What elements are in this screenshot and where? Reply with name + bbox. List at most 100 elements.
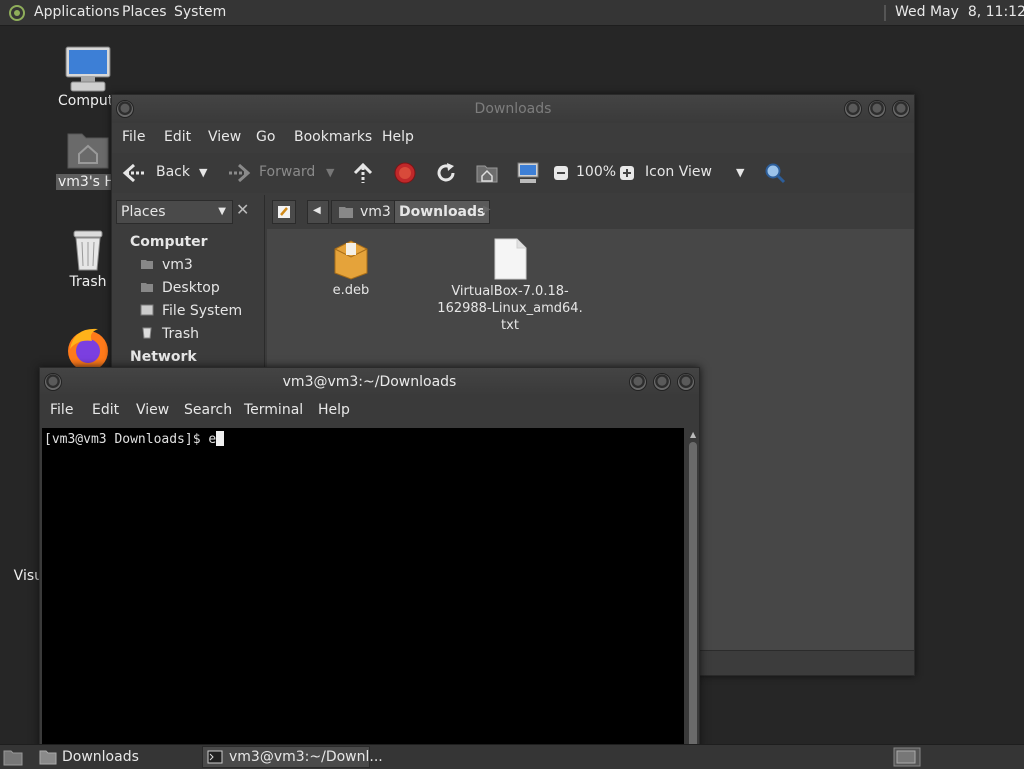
forward-history-dropdown-icon[interactable]: ▼ [326, 166, 334, 179]
maximize-button[interactable] [653, 373, 671, 391]
edit-location-button[interactable] [272, 200, 296, 224]
sidebar-item-file-system[interactable]: File System [140, 303, 242, 319]
menu-go[interactable]: Go [256, 129, 275, 145]
up-arrow-icon[interactable] [353, 162, 373, 184]
minimize-button[interactable] [844, 100, 862, 118]
desktop-folder-icon [141, 283, 153, 292]
menu-help[interactable]: Help [382, 129, 414, 145]
terminal-cursor [216, 431, 225, 446]
text-file-icon [494, 238, 527, 280]
terminal-prompt: [vm3@vm3 Downloads]$ [44, 432, 209, 447]
terminal-menubar: File Edit View Search Terminal Help [40, 396, 699, 426]
minimize-button[interactable] [629, 373, 647, 391]
file-name: VirtualBox-7.0.18- 162988-Linux_amd64. t… [435, 283, 585, 334]
folder-icon [39, 750, 57, 765]
menu-edit[interactable]: Edit [92, 402, 119, 418]
computer-icon[interactable] [516, 161, 540, 185]
location-pathbar: ◀ vm3 Downloads ▶ [267, 195, 914, 229]
taskbar-item-terminal[interactable]: vm3@vm3:~/Downl... [202, 746, 383, 768]
menu-view[interactable]: View [136, 402, 169, 418]
search-icon[interactable] [764, 162, 786, 184]
terminal-scrollbar[interactable]: ▲ [687, 428, 699, 748]
sidebar-section-computer: Computer [130, 234, 208, 250]
path-button-vm3[interactable]: vm3 [331, 200, 398, 224]
sidebar-item-trash[interactable]: Trash [140, 326, 199, 342]
file-manager-menubar: File Edit View Go Bookmarks Help [112, 123, 914, 153]
menu-file[interactable]: File [50, 402, 73, 418]
back-arrow-icon[interactable] [122, 163, 146, 183]
sidebar-item-label: Trash [162, 326, 199, 342]
terminal-window: vm3@vm3:~/Downloads File Edit View Searc… [39, 367, 700, 749]
trash-icon [142, 327, 152, 339]
terminal-line: [vm3@vm3 Downloads]$ e [44, 431, 225, 447]
sidebar-item-vm3[interactable]: vm3 [140, 257, 193, 273]
view-mode-select[interactable]: Icon View [645, 164, 712, 180]
stop-icon[interactable] [394, 162, 416, 184]
sidebar-item-label: vm3 [162, 257, 193, 273]
home-icon [141, 260, 153, 269]
file-name: e.deb [332, 283, 370, 298]
close-button[interactable] [677, 373, 695, 391]
taskbar-item-downloads[interactable]: Downloads [36, 746, 222, 768]
sidebar-item-label: Desktop [162, 280, 220, 296]
sidebar-item-label: File System [162, 303, 243, 319]
firefox-icon [68, 328, 108, 367]
places-selector-label: Places [121, 204, 166, 220]
zoom-in-icon[interactable] [619, 165, 635, 181]
places-dropdown-icon: ▼ [218, 206, 226, 217]
close-sidebar-icon[interactable]: ✕ [236, 200, 249, 219]
sidebar-section-network: Network [130, 349, 197, 365]
menu-search[interactable]: Search [184, 402, 232, 418]
reload-icon[interactable] [435, 162, 457, 184]
close-button[interactable] [892, 100, 910, 118]
terminal-icon [207, 750, 223, 764]
system-menu[interactable]: System [174, 4, 226, 20]
drive-icon [140, 304, 154, 316]
path-scroll-left-button[interactable]: ◀ [307, 200, 329, 224]
terminal-titlebar[interactable]: vm3@vm3:~/Downloads [40, 368, 699, 396]
top-panel: Applications Places System Wed May 8, 11… [0, 0, 1024, 26]
path-button-downloads[interactable]: Downloads [394, 200, 491, 224]
file-item[interactable]: e.deb [307, 237, 395, 298]
forward-arrow-icon[interactable] [227, 163, 251, 183]
menu-help[interactable]: Help [318, 402, 350, 418]
applications-menu[interactable]: Applications [34, 4, 120, 20]
chevron-right-icon[interactable]: ▶ [483, 204, 491, 215]
home-folder-icon [67, 133, 109, 169]
file-item[interactable]: VirtualBox-7.0.18- 162988-Linux_amd64. t… [435, 237, 585, 334]
home-icon[interactable] [475, 162, 499, 184]
scroll-up-icon[interactable]: ▲ [690, 430, 696, 439]
back-history-dropdown-icon[interactable]: ▼ [199, 166, 207, 179]
zoom-out-icon[interactable] [553, 165, 569, 181]
menu-bookmarks[interactable]: Bookmarks [294, 129, 372, 145]
trash-icon [73, 230, 103, 271]
menu-view[interactable]: View [208, 129, 241, 145]
show-desktop-icon[interactable] [3, 748, 23, 766]
file-name-line: VirtualBox-7.0.18- [451, 284, 569, 299]
panel-separator [884, 5, 886, 21]
maximize-button[interactable] [868, 100, 886, 118]
forward-button[interactable]: Forward [259, 164, 315, 180]
menu-edit[interactable]: Edit [164, 129, 191, 145]
places-selector[interactable]: Places ▼ [116, 200, 233, 224]
terminal-title: vm3@vm3:~/Downloads [282, 374, 457, 390]
file-manager-toolbar: Back ▼ Forward ▼ 100% Icon View ▼ [112, 153, 914, 193]
computer-icon [65, 46, 111, 92]
view-mode-dropdown-icon[interactable]: ▼ [736, 166, 744, 179]
gnome-foot-icon[interactable] [8, 4, 26, 22]
file-manager-titlebar[interactable]: Downloads [112, 95, 914, 123]
places-menu[interactable]: Places [122, 4, 167, 20]
home-icon [339, 207, 353, 218]
menu-file[interactable]: File [122, 129, 145, 145]
back-button[interactable]: Back [156, 164, 190, 180]
terminal-output[interactable]: [vm3@vm3 Downloads]$ e [42, 428, 684, 748]
clock[interactable]: Wed May 8, 11:12 AM [895, 4, 1024, 20]
zoom-level[interactable]: 100% [576, 164, 616, 180]
pencil-icon [278, 206, 290, 218]
package-icon [334, 240, 368, 280]
bottom-panel: Downloads vm3@vm3:~/Downl... [0, 744, 1024, 769]
scrollbar-thumb[interactable] [689, 442, 697, 748]
sidebar-item-desktop[interactable]: Desktop [140, 280, 220, 296]
menu-terminal[interactable]: Terminal [244, 402, 303, 418]
workspace-switcher-icon[interactable] [893, 747, 921, 767]
